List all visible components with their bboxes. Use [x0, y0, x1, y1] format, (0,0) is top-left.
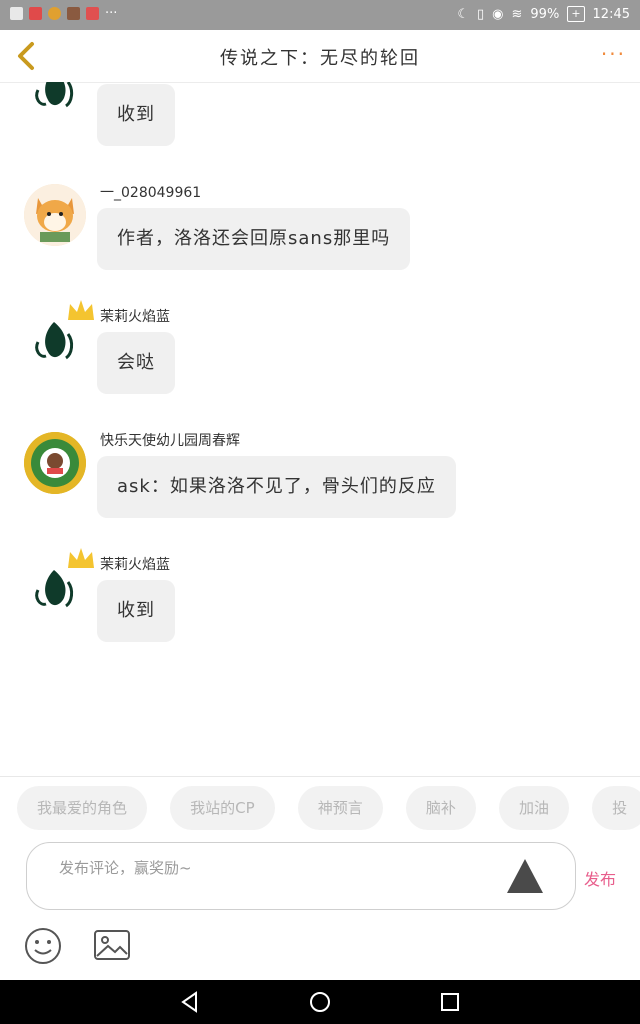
- quick-tag[interactable]: 加油: [498, 786, 569, 830]
- username[interactable]: 一_028049961: [100, 182, 201, 202]
- message-bubble[interactable]: 会哒: [97, 332, 175, 394]
- message-bubble[interactable]: 收到: [97, 580, 175, 642]
- message-bubble[interactable]: 作者，洛洛还会回原sans那里吗: [97, 208, 411, 270]
- comment-placeholder: 发布评论，赢奖励~: [59, 859, 192, 877]
- crown-icon: [66, 298, 96, 324]
- battery-percent: 99%: [530, 6, 560, 22]
- username[interactable]: 茉莉火焰蓝: [100, 554, 170, 574]
- message-bubble[interactable]: ask：如果洛洛不见了，骨头们的反应: [97, 456, 456, 518]
- battery-icon: +: [567, 6, 585, 22]
- quick-tag-bar[interactable]: 我最爱的角色 我站的CP 神预言 脑补 加油 投: [17, 786, 640, 830]
- game-icon: [67, 7, 80, 20]
- recents-nav-icon[interactable]: [438, 990, 462, 1014]
- trophy-icon: [10, 7, 23, 20]
- comment-input[interactable]: 发布评论，赢奖励~: [26, 842, 576, 910]
- message-bubble[interactable]: 收到: [97, 84, 175, 146]
- back-nav-icon[interactable]: [178, 990, 202, 1014]
- more-button[interactable]: ···: [601, 42, 626, 66]
- image-button[interactable]: [92, 926, 132, 966]
- eye-icon: ◉: [492, 6, 504, 22]
- quick-tag[interactable]: 脑补: [405, 786, 476, 830]
- page-title: 传说之下：无尽的轮回: [220, 48, 420, 69]
- vibrate-icon: ▯: [477, 6, 485, 22]
- status-notification-icons: ···: [10, 6, 117, 21]
- image-icon: [94, 930, 130, 960]
- quick-tag[interactable]: 我最爱的角色: [17, 786, 148, 830]
- triangle-icon: [507, 859, 543, 893]
- calendar-icon: [86, 7, 99, 20]
- wifi-icon: ≋: [511, 6, 523, 22]
- system-nav-bar: [0, 980, 640, 1024]
- crown-icon: [66, 546, 96, 572]
- top-bar: 传说之下：无尽的轮回 ···: [0, 30, 640, 83]
- clock: 12:45: [592, 6, 630, 22]
- smiley-icon: [25, 928, 61, 964]
- ink-figure-icon[interactable]: [24, 82, 86, 122]
- emoji-button[interactable]: [23, 926, 63, 966]
- username[interactable]: 茉莉火焰蓝: [100, 306, 170, 326]
- status-bar: ··· ☾ ▯ ◉ ≋ 99% + 12:45: [0, 0, 640, 30]
- more-notifications: ···: [105, 6, 118, 21]
- quick-tag[interactable]: 神预言: [297, 786, 383, 830]
- comment-feed[interactable]: 收到 一_028049961 作者，洛洛还会回原sans那里吗 茉莉火焰蓝 会哒…: [0, 82, 640, 776]
- shiba-dog-icon[interactable]: [24, 184, 86, 246]
- quick-tag[interactable]: 投: [592, 786, 640, 830]
- status-system-icons: ☾ ▯ ◉ ≋ 99% + 12:45: [457, 6, 630, 22]
- moon-icon: ☾: [457, 6, 469, 22]
- divider: [0, 776, 640, 777]
- username[interactable]: 快乐天使幼儿园周春辉: [100, 430, 240, 450]
- quick-tag[interactable]: 我站的CP: [170, 786, 275, 830]
- home-nav-icon[interactable]: [308, 990, 332, 1014]
- kindergarten-badge-icon[interactable]: [24, 432, 86, 494]
- app-notification-icon: [29, 7, 42, 20]
- publish-button[interactable]: 发布: [584, 866, 616, 890]
- target-icon: [48, 7, 61, 20]
